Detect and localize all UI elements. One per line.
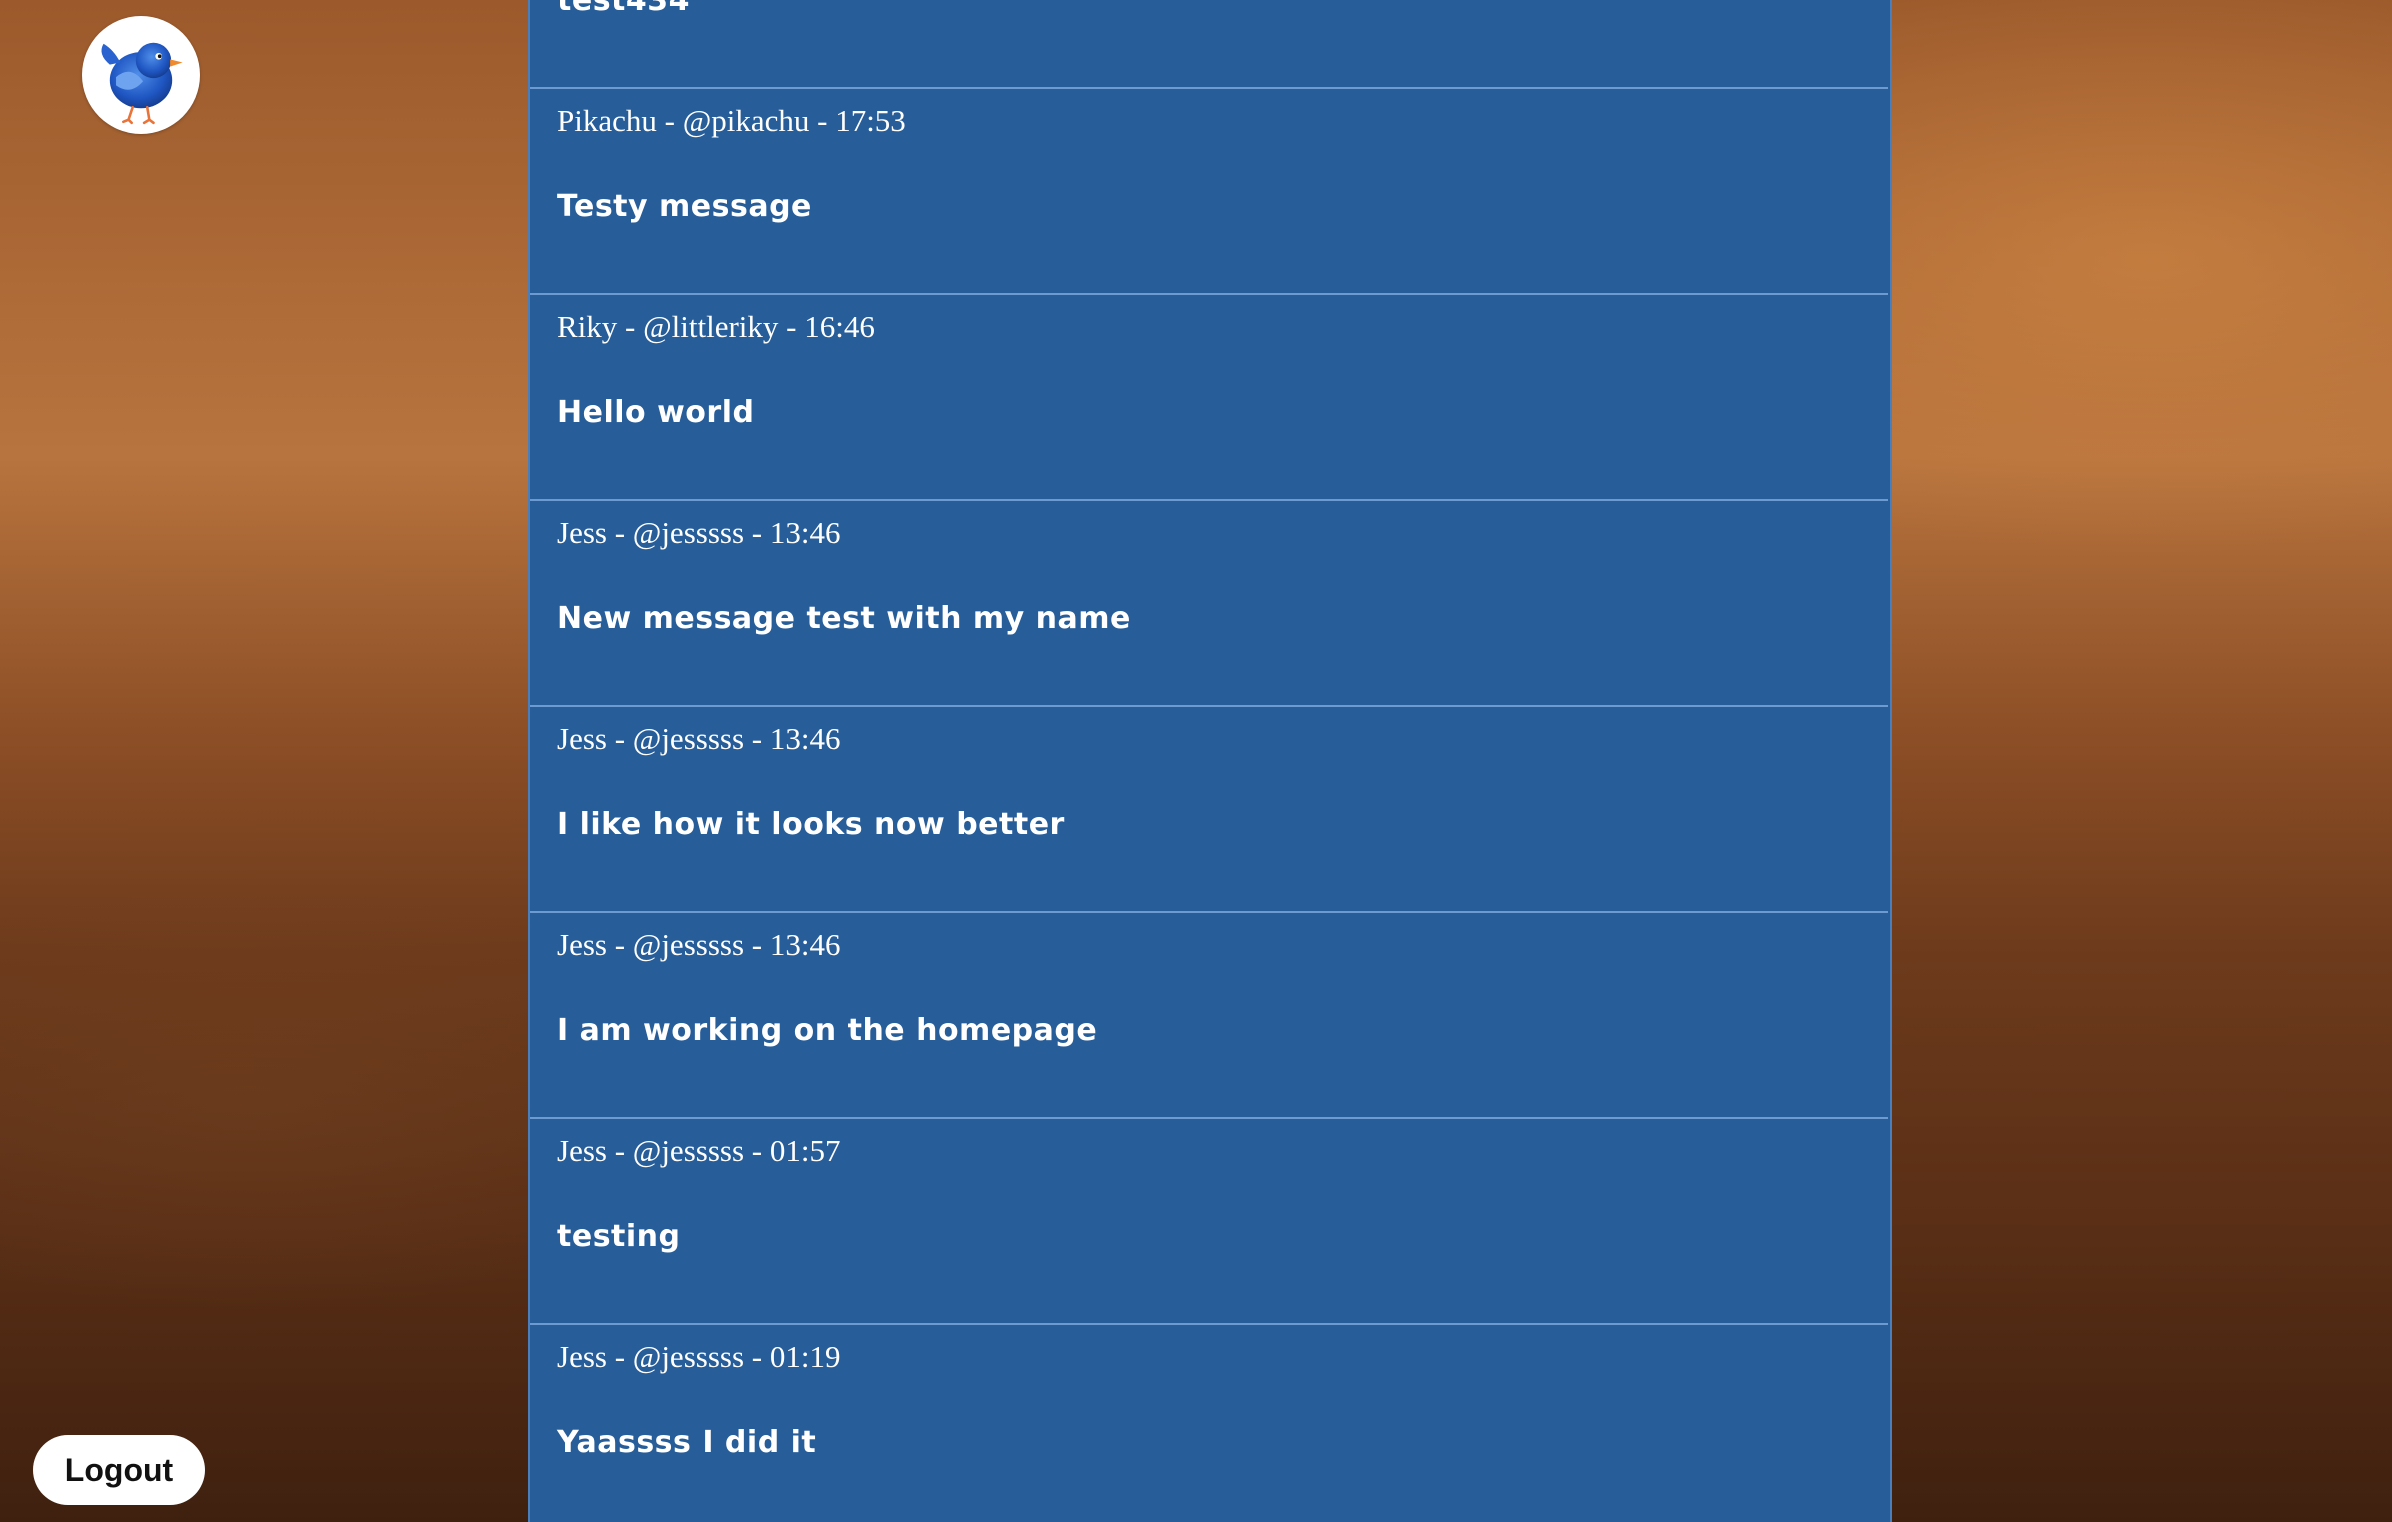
post-meta: Jess - @jesssss - 01:19: [557, 1339, 841, 1374]
logout-button[interactable]: Logout: [33, 1435, 205, 1505]
post-body: I like how it looks now better: [557, 807, 1065, 842]
post-body: Hello world: [557, 395, 755, 430]
post-body: test434: [557, 0, 691, 18]
post-meta: Jess - @jesssss - 01:57: [557, 1133, 841, 1168]
post-meta: Jess - @jesssss - 13:46: [557, 927, 841, 962]
post-item: test434: [530, 0, 1888, 89]
post-item: Jess - @jesssss - 01:19 Yaassss I did it: [530, 1325, 1888, 1522]
post-body: Yaassss I did it: [557, 1425, 817, 1460]
bluebird-logo[interactable]: [82, 16, 200, 134]
post-meta: Jess - @jesssss - 13:46: [557, 721, 841, 756]
post-body: Testy message: [557, 189, 812, 224]
post-meta: Jess - @jesssss - 13:46: [557, 515, 841, 550]
message-feed[interactable]: test434 Pikachu - @pikachu - 17:53 Testy…: [528, 0, 1892, 1522]
post-item: Pikachu - @pikachu - 17:53 Testy message: [530, 89, 1888, 295]
post-meta: Riky - @littleriky - 16:46: [557, 309, 875, 344]
post-item: Riky - @littleriky - 16:46 Hello world: [530, 295, 1888, 501]
post-item: Jess - @jesssss - 13:46 New message test…: [530, 501, 1888, 707]
post-item: Jess - @jesssss - 13:46 I am working on …: [530, 913, 1888, 1119]
bluebird-logo-icon: [101, 42, 183, 125]
post-meta: Pikachu - @pikachu - 17:53: [557, 103, 906, 138]
post-body: testing: [557, 1219, 681, 1254]
post-item: Jess - @jesssss - 01:57 testing: [530, 1119, 1888, 1325]
post-body: I am working on the homepage: [557, 1013, 1098, 1048]
post-body: New message test with my name: [557, 601, 1131, 636]
post-item: Jess - @jesssss - 13:46 I like how it lo…: [530, 707, 1888, 913]
